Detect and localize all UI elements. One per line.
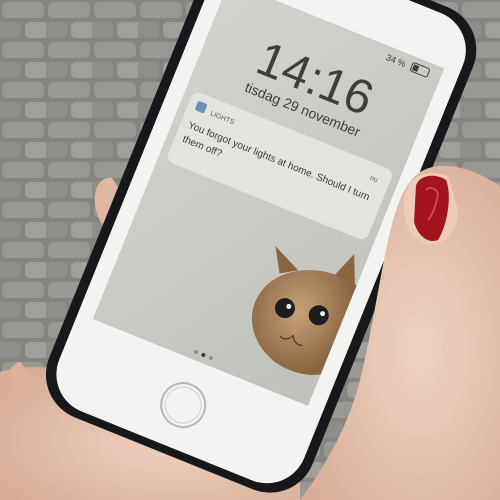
photo-scene: 34 % 14:16 tisdag 29 november LIGHTS nu … [0,0,500,500]
photo-svg: 34 % 14:16 tisdag 29 november LIGHTS nu … [0,0,500,500]
